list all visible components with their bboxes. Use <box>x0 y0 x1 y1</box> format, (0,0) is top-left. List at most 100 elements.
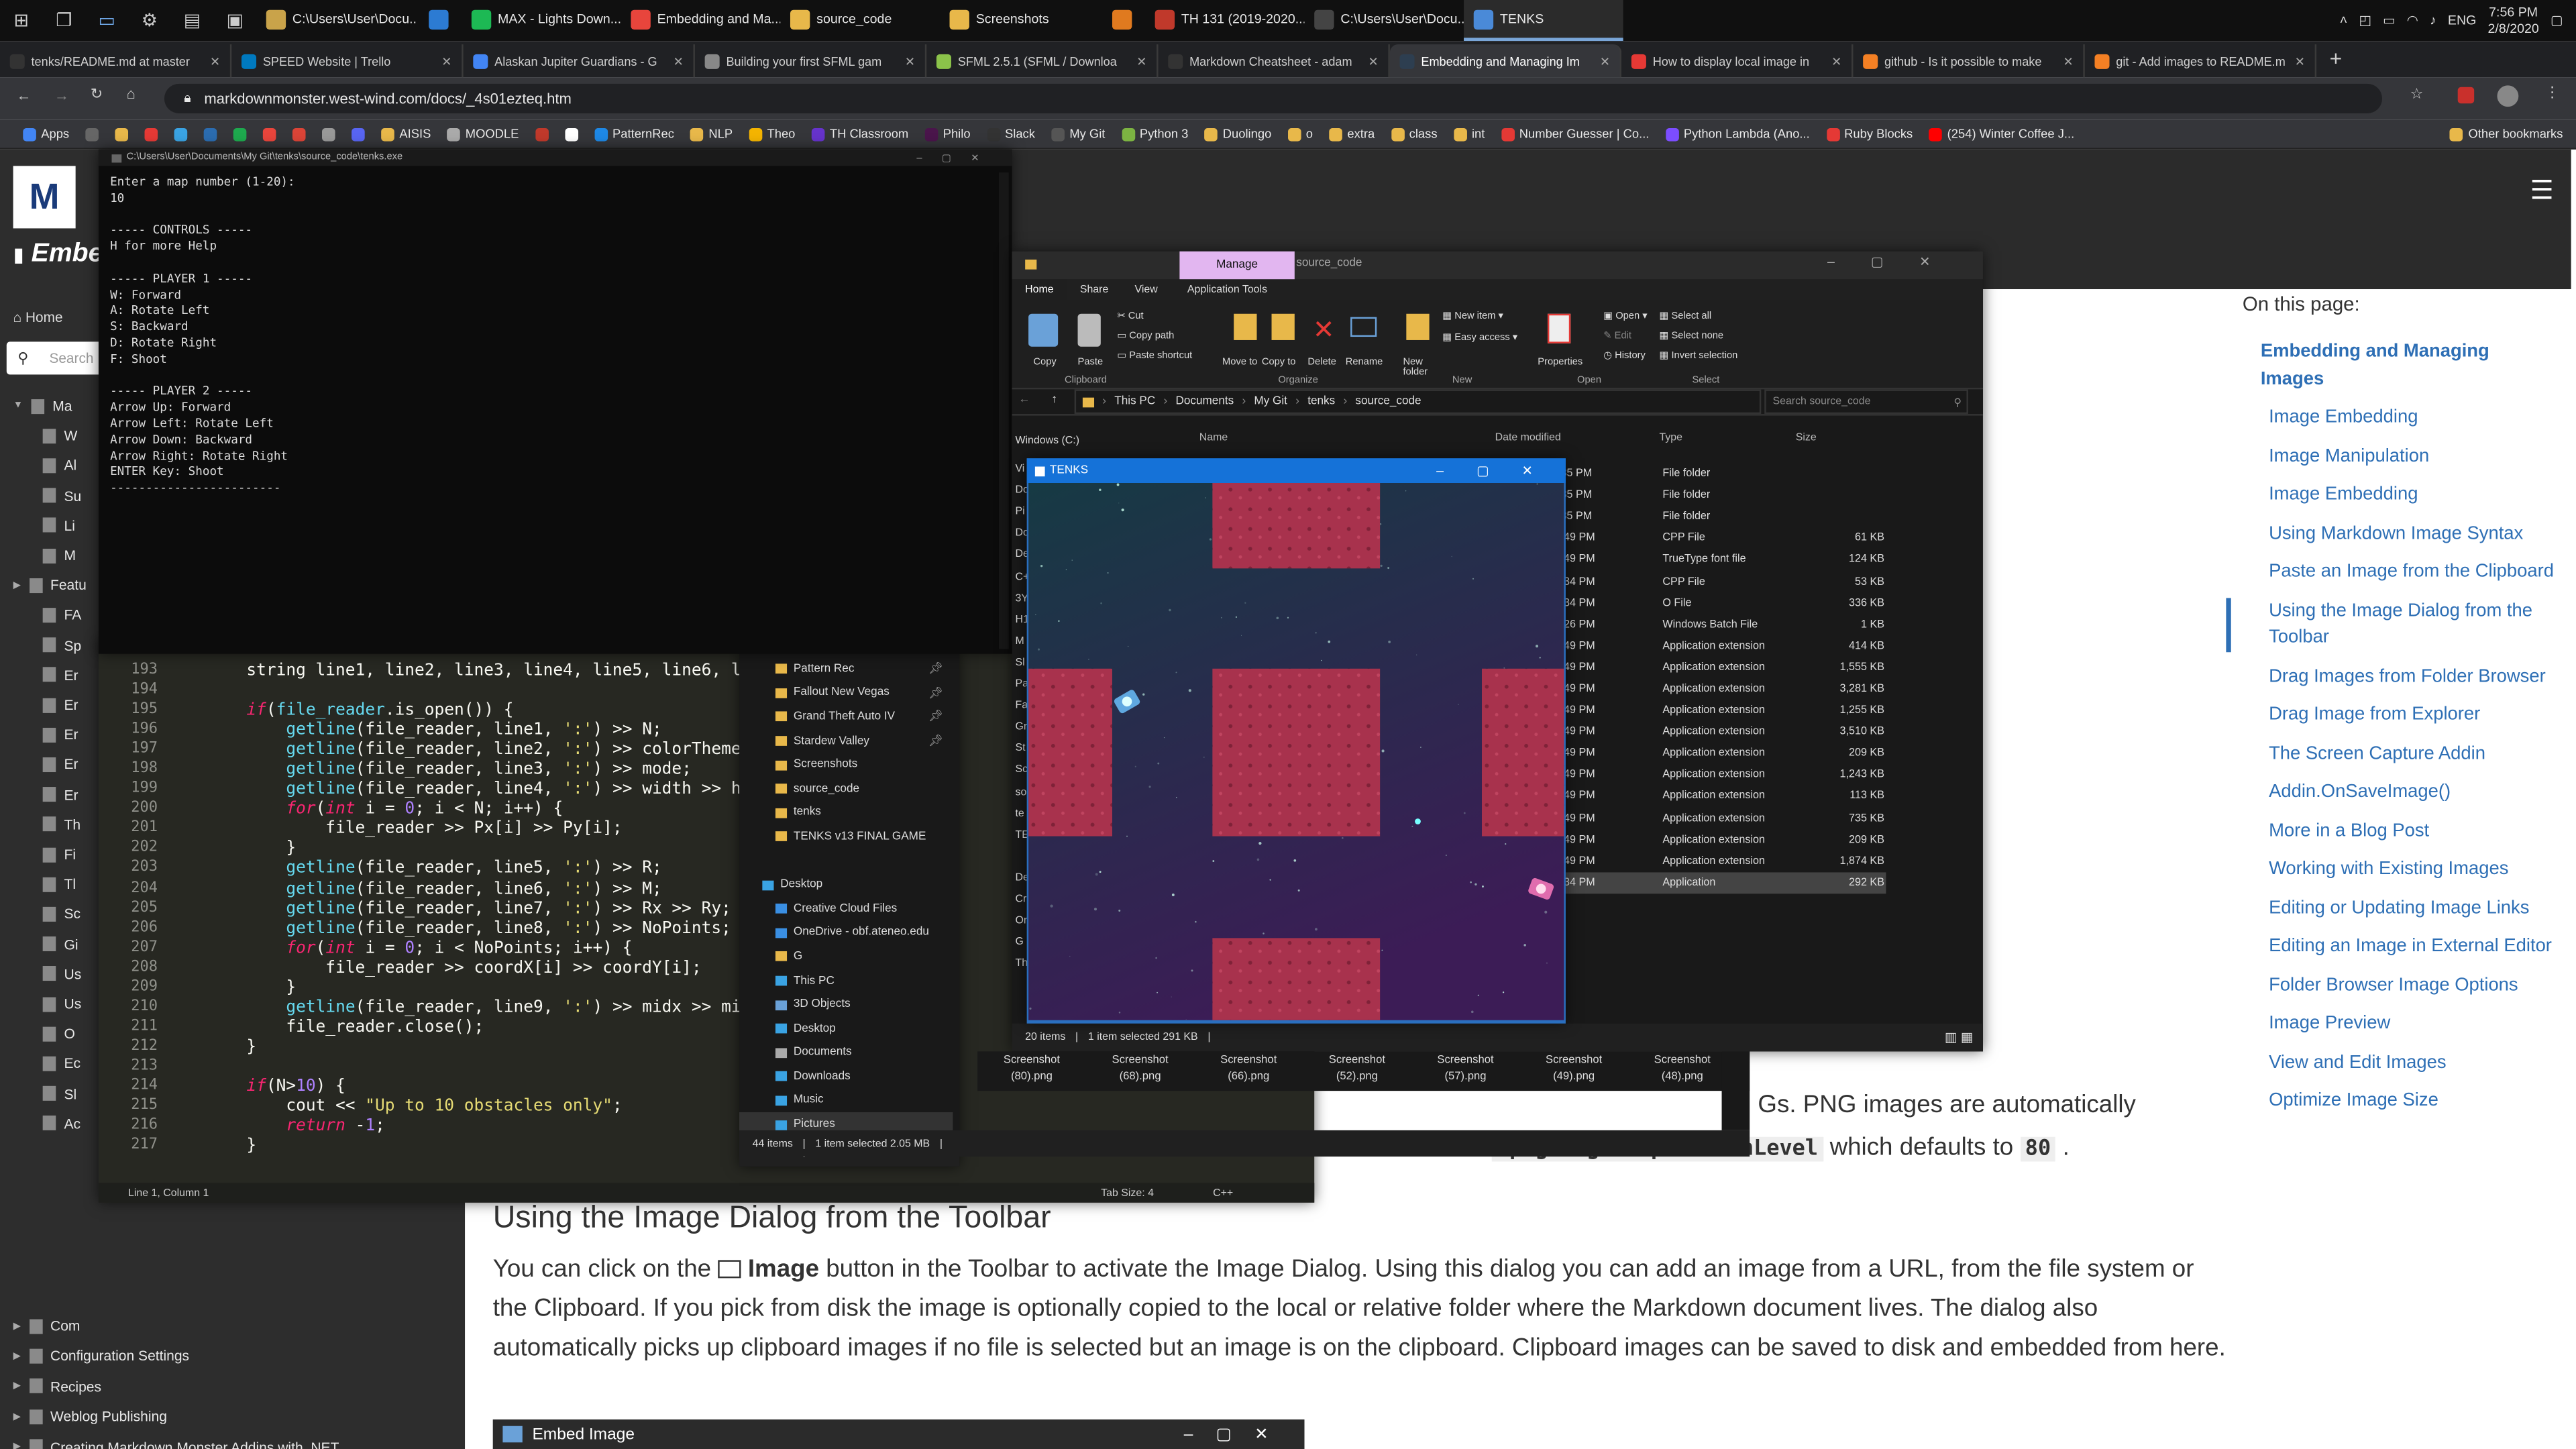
chevron-down-icon[interactable]: ▼ <box>13 401 23 411</box>
task-view-icon[interactable]: ❐ <box>43 0 86 41</box>
nav-pane-item[interactable]: Th <box>1015 958 1028 969</box>
sidebar-tree-item[interactable]: Su <box>42 487 81 504</box>
delete-icon[interactable]: ✕ <box>1313 314 1335 347</box>
sidebar-tree-item[interactable]: Ac <box>42 1115 80 1132</box>
browser-tab[interactable]: git - Add images to README.m ✕ <box>2085 44 2317 78</box>
paste-icon[interactable] <box>1077 313 1101 347</box>
nav-pane-item[interactable]: Cr <box>1015 894 1026 905</box>
close-tab-icon[interactable]: ✕ <box>210 54 220 68</box>
language-indicator[interactable]: ENG <box>2448 13 2476 28</box>
manage-context-tab[interactable]: Manage <box>1179 251 1295 280</box>
toc-link[interactable]: Editing or Updating Image Links <box>2243 894 2555 921</box>
close-tab-icon[interactable]: ✕ <box>441 54 451 68</box>
explorer-search[interactable]: Search source_code ⚲ <box>1764 389 1968 415</box>
bookmark-item[interactable]: Number Guesser | Co... <box>1501 127 1649 142</box>
docs-search-box[interactable]: ⚲ Search <box>6 341 109 375</box>
taskbar-app-button[interactable]: Screenshots <box>940 0 1099 41</box>
taskbar-app-button[interactable]: Embedding and Ma... <box>621 0 780 41</box>
sidebar-tree-item[interactable]: Li <box>42 517 75 533</box>
home-icon[interactable]: ⌂ <box>127 85 136 101</box>
copy-to-icon[interactable] <box>1271 313 1295 340</box>
nav-pane-item[interactable]: Vi <box>1015 464 1024 475</box>
sidebar-tree-item[interactable]: Er <box>42 727 78 743</box>
breadcrumb-segment[interactable]: This PC <box>1114 396 1155 407</box>
sidebar-tree-item[interactable]: Th <box>42 816 80 833</box>
nav-pane-item[interactable]: Sl <box>1015 657 1024 668</box>
thumbnail-label[interactable]: Screenshot (66).png <box>1194 1051 1303 1091</box>
close-tab-icon[interactable]: ✕ <box>1831 54 1841 68</box>
bookmark-item[interactable]: int <box>1454 127 1485 142</box>
bookmark-item[interactable]: Other bookmarks <box>2450 127 2563 142</box>
chevron-right-icon[interactable]: ▶ <box>13 1411 21 1422</box>
reload-icon[interactable]: ↻ <box>91 85 103 103</box>
sidebar-tree-item[interactable]: Us <box>42 996 81 1012</box>
nav-pane-item[interactable]: G <box>1015 936 1023 948</box>
new-folder-icon[interactable] <box>1406 313 1430 340</box>
syntax-mode[interactable]: C++ <box>1213 1187 1233 1198</box>
nav-pane-item[interactable]: Stardew Valley 📌︎ <box>739 729 953 753</box>
bookmark-item[interactable] <box>535 127 549 141</box>
nav-pane-item[interactable]: M <box>1015 635 1024 647</box>
chevron-right-icon[interactable]: ▶ <box>13 1441 21 1449</box>
pin-icon[interactable]: 📌︎ <box>928 663 953 676</box>
toc-link[interactable]: Addin.OnSaveImage() <box>2243 779 2555 806</box>
ribbon-tab[interactable]: Home <box>1012 279 1067 301</box>
code-area[interactable]: string line1, line2, line3, line4, line5… <box>246 662 751 1157</box>
ribbon-tab[interactable]: Application Tools <box>1174 279 1280 301</box>
bookmark-item[interactable]: Philo <box>924 127 971 142</box>
chevron-right-icon[interactable]: ▶ <box>13 1350 21 1362</box>
bookmark-item[interactable]: Slack <box>987 127 1035 142</box>
bookmark-item[interactable] <box>352 127 365 141</box>
bookmark-item[interactable] <box>203 127 217 141</box>
ribbon-tab[interactable]: Share <box>1067 279 1122 301</box>
battery-icon[interactable]: ▭ <box>2383 13 2396 28</box>
nav-pane-item[interactable]: 3D Objects <box>739 993 953 1017</box>
breadcrumb-segment[interactable]: source_code <box>1355 396 1421 407</box>
toc-link[interactable]: The Screen Capture Addin <box>2243 740 2555 767</box>
sidebar-tree-item[interactable]: ▶ Com <box>13 1318 80 1334</box>
nav-pane-item[interactable]: Music <box>739 1089 953 1113</box>
browser-tab[interactable]: tenks/README.md at master ✕ <box>0 44 232 78</box>
toc-link[interactable]: Embedding and Managing Images <box>2243 338 2555 392</box>
rename-icon[interactable] <box>1350 317 1377 337</box>
extension-icon[interactable] <box>2457 87 2475 104</box>
bookmark-item[interactable] <box>292 127 306 141</box>
star-icon[interactable]: ☆ <box>2410 85 2424 103</box>
thumbnail-label[interactable]: Screenshot (80).png <box>977 1051 1086 1091</box>
bookmark-item[interactable]: Duolingo <box>1204 127 1271 142</box>
bookmark-item[interactable]: extra <box>1329 127 1375 142</box>
nav-pane-item[interactable]: Desktop <box>739 1017 953 1041</box>
toc-link[interactable]: Editing an Image in External Editor <box>2243 933 2555 960</box>
chevron-right-icon[interactable]: ▶ <box>13 580 21 591</box>
sidebar-tree-item[interactable]: M <box>42 547 76 564</box>
new-tab-icon[interactable]: + <box>2316 46 2355 78</box>
bookmark-item[interactable]: class <box>1391 127 1438 142</box>
profile-avatar[interactable] <box>2497 85 2519 107</box>
nav-pane-item[interactable]: source_code <box>739 777 953 801</box>
sidebar-tree-item[interactable]: Ec <box>42 1055 80 1072</box>
nav-pane-item[interactable] <box>739 849 953 873</box>
toc-link[interactable]: Paste an Image from the Clipboard <box>2243 559 2555 586</box>
sidebar-tree-item[interactable]: ▶ Creating Markdown Monster Addins with .… <box>13 1438 339 1449</box>
sidebar-tree-item[interactable]: Tl <box>42 876 76 892</box>
thumbnail-label[interactable]: Screenshot (48).png <box>1628 1051 1737 1091</box>
bookmark-item[interactable]: My Git <box>1051 127 1105 142</box>
nav-pane-item[interactable]: Creative Cloud Files <box>739 897 953 921</box>
sidebar-tree-item[interactable]: O <box>42 1026 75 1042</box>
taskbar-app-button[interactable]: TENKS <box>1464 0 1623 42</box>
browser-tab[interactable]: Embedding and Managing Im ✕ <box>1389 44 1622 78</box>
bookmark-item[interactable]: NLP <box>690 127 733 142</box>
thumbnail-label[interactable]: Screenshot (52).png <box>1303 1051 1411 1091</box>
toc-link[interactable]: Folder Browser Image Options <box>2243 972 2555 999</box>
console-scrollbar[interactable] <box>998 172 1009 649</box>
bookmark-item[interactable]: PatternRec <box>594 127 674 142</box>
bookmark-item[interactable] <box>174 127 188 141</box>
nav-pane-item[interactable]: Pi <box>1015 506 1024 518</box>
sidebar-tree-item[interactable]: Sl <box>42 1085 76 1102</box>
sidebar-tree-item[interactable]: Er <box>42 756 78 773</box>
bookmark-item[interactable] <box>263 127 276 141</box>
browser-tab[interactable]: SFML 2.5.1 (SFML / Downloa ✕ <box>926 44 1159 78</box>
bookmark-item[interactable] <box>115 127 129 141</box>
notification-icon[interactable]: ▢ <box>2551 13 2563 28</box>
pin-icon[interactable]: 📌︎ <box>928 735 953 747</box>
